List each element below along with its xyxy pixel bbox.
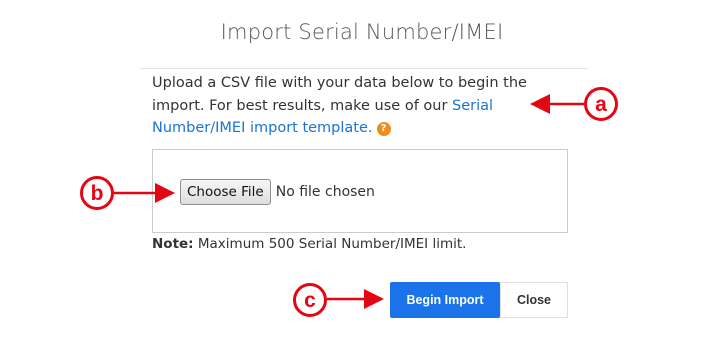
callout-a: a (584, 87, 618, 121)
callout-b: b (80, 176, 114, 210)
annotation-arrows (114, 94, 584, 309)
callout-c: c (293, 283, 327, 317)
